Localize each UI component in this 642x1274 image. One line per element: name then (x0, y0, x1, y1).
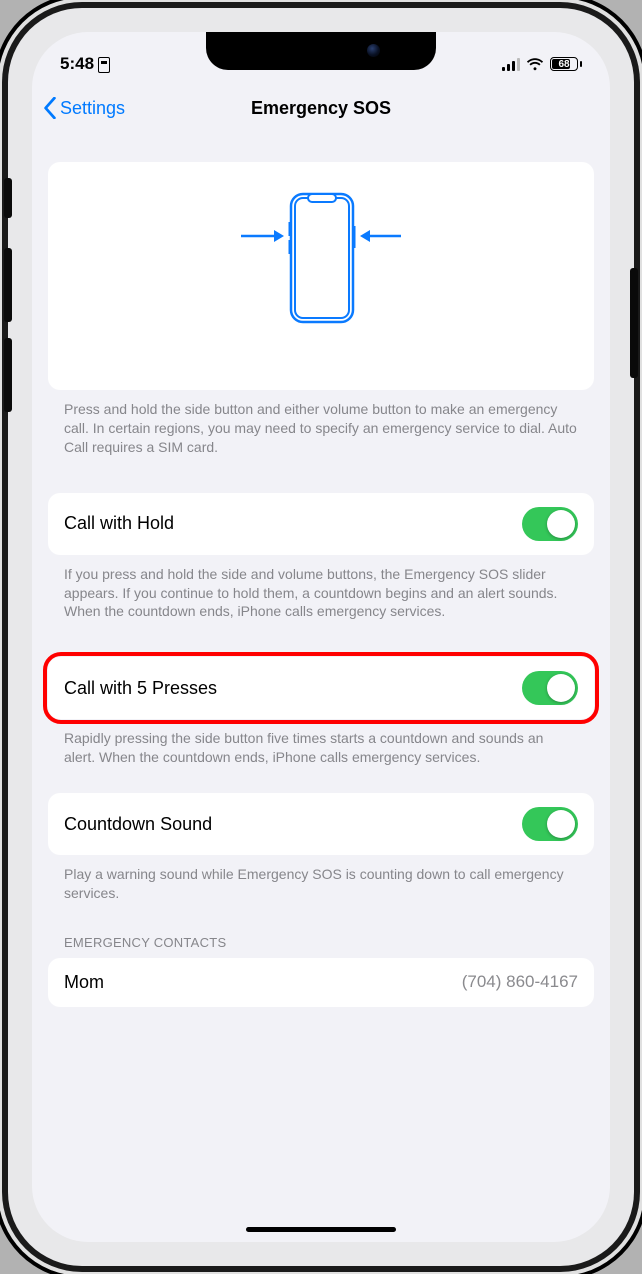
battery-icon: 68 (550, 57, 582, 71)
sim-icon (98, 57, 110, 73)
screen: 5:48 68 Settin (32, 32, 610, 1242)
call-with-hold-label: Call with Hold (64, 513, 174, 534)
page-title: Emergency SOS (251, 98, 391, 119)
cellular-icon (502, 58, 520, 71)
back-label: Settings (60, 98, 125, 119)
volume-down-button (4, 338, 12, 412)
hero-illustration-card (48, 162, 594, 390)
countdown-sound-toggle[interactable] (522, 807, 578, 841)
status-left: 5:48 (60, 54, 110, 74)
call-with-5-presses-footer: Rapidly pressing the side button five ti… (48, 719, 594, 767)
countdown-sound-footer: Play a warning sound while Emergency SOS… (48, 855, 594, 903)
back-button[interactable]: Settings (42, 97, 125, 119)
call-with-hold-row[interactable]: Call with Hold (48, 493, 594, 555)
home-indicator[interactable] (246, 1227, 396, 1232)
volume-up-button (4, 248, 12, 322)
status-right: 68 (502, 57, 582, 71)
side-button (630, 268, 638, 378)
nav-bar: Settings Emergency SOS (32, 82, 610, 134)
battery-percent: 68 (558, 59, 569, 70)
emergency-contacts-header: EMERGENCY CONTACTS (48, 903, 594, 958)
mute-switch (4, 178, 12, 218)
content[interactable]: Press and hold the side button and eithe… (32, 134, 610, 1242)
countdown-sound-row[interactable]: Countdown Sound (48, 793, 594, 855)
call-with-5-presses-row[interactable]: Call with 5 Presses (48, 657, 594, 719)
device-frame: 5:48 68 Settin (8, 8, 634, 1266)
call-with-5-presses-label: Call with 5 Presses (64, 678, 217, 699)
phone-squeeze-illustration (196, 186, 446, 366)
countdown-sound-label: Countdown Sound (64, 814, 212, 835)
chevron-left-icon (42, 97, 58, 119)
call-with-hold-footer: If you press and hold the side and volum… (48, 555, 594, 622)
status-bar: 5:48 68 (32, 32, 610, 82)
wifi-icon (526, 57, 544, 71)
status-time: 5:48 (60, 54, 94, 74)
contact-name: Mom (64, 972, 104, 993)
emergency-contact-row[interactable]: Mom (704) 860-4167 (48, 958, 594, 1007)
hero-footer-text: Press and hold the side button and eithe… (48, 390, 594, 457)
contact-phone: (704) 860-4167 (462, 972, 578, 992)
call-with-hold-toggle[interactable] (522, 507, 578, 541)
call-with-5-presses-toggle[interactable] (522, 671, 578, 705)
